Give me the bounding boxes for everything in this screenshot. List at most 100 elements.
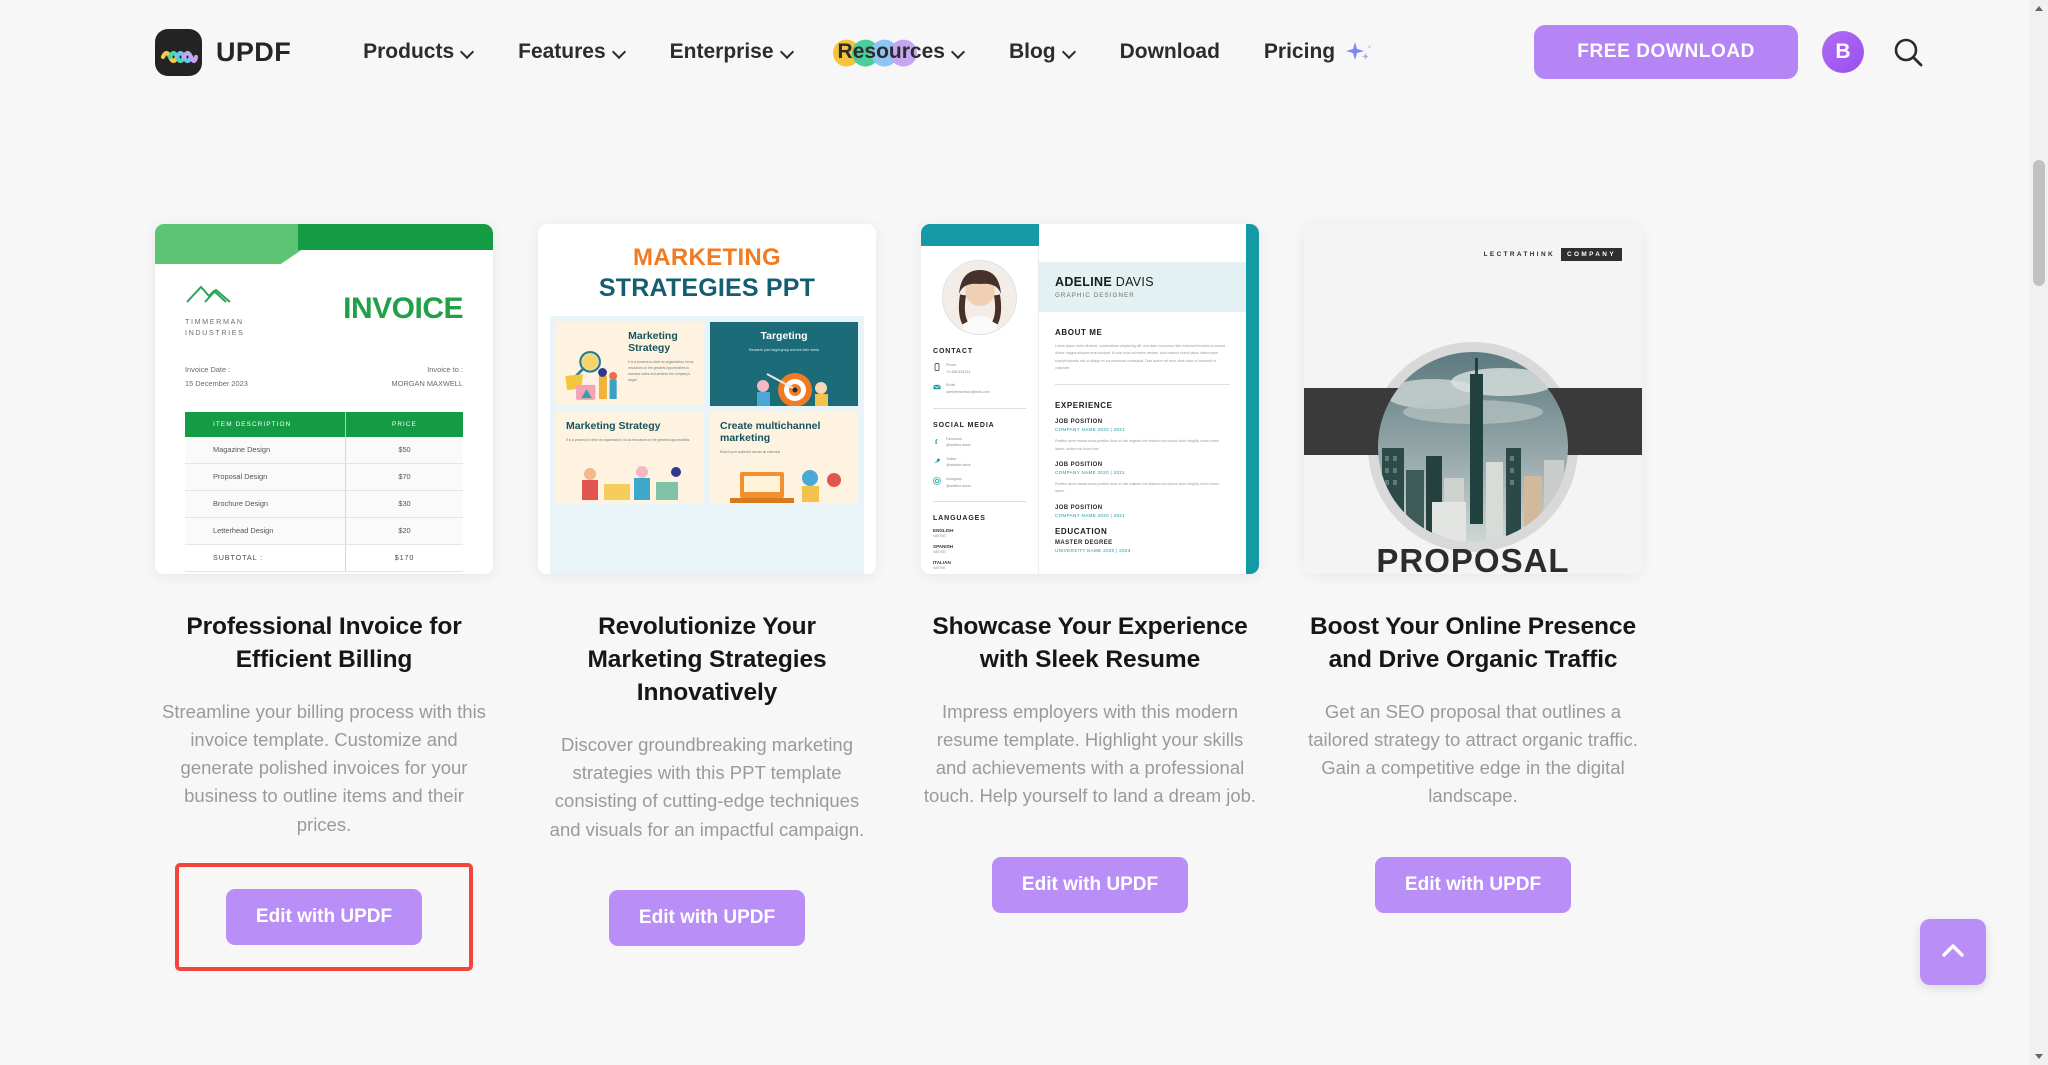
invoice-band-dark (298, 224, 493, 250)
nav-item-products[interactable]: Products (341, 30, 496, 74)
ppt-slide-body: It is a process to drive an organization… (566, 437, 691, 442)
template-thumbnail-resume[interactable]: CONTACT Phone +2 456-534234 Email adelin… (921, 224, 1259, 574)
table-row: Proposal Design $70 (185, 463, 463, 491)
nav-label: Enterprise (669, 40, 774, 63)
invoice-table: ITEM DESCRIPTION PRICE Magazine Design $… (185, 411, 463, 572)
contact-item: Email adelinemorrison@mail.com (933, 382, 1026, 395)
back-to-top-button[interactable] (1920, 919, 1986, 985)
invoice-item: Letterhead Design (213, 526, 274, 536)
chevron-down-icon (952, 46, 965, 59)
nav-label: Features (518, 40, 606, 63)
resume-last-name: DAVIS (1115, 275, 1154, 289)
invoice-item: Proposal Design (213, 472, 268, 482)
nav-label: Blog (1008, 40, 1056, 63)
card-title: Showcase Your Experience with Sleek Resu… (932, 613, 1248, 674)
brand-logo-link[interactable]: UPDF (155, 28, 291, 76)
nav-item-resources[interactable]: Resources (816, 30, 987, 74)
primary-nav: Products Features Enterprise Resources B… (341, 29, 1400, 75)
card-description: Discover groundbreaking marketing strate… (549, 734, 865, 840)
ppt-slide: Create multichannel marketing Reach your… (710, 412, 858, 504)
invoice-item: Brochure Design (213, 499, 269, 509)
job-company: COMPANY NAME 2020 | 2021 (1055, 512, 1126, 518)
edit-with-updf-button[interactable]: Edit with UPDF (608, 889, 806, 946)
free-download-button[interactable]: FREE DOWNLOAD (1534, 25, 1798, 79)
scrollbar-thumb[interactable] (2033, 160, 2045, 286)
template-thumbnail-marketing[interactable]: MARKETING STRATEGIES PPT Marketing Strat… (538, 224, 876, 574)
card-description: Streamline your billing process with thi… (162, 701, 486, 835)
nav-item-features[interactable]: Features (496, 30, 648, 74)
page-scrollbar[interactable] (2030, 0, 2048, 1065)
ppt-title-line2: STRATEGIES PPT (598, 274, 816, 302)
invoice-price: $70 (345, 463, 463, 490)
template-card: CONTACT Phone +2 456-534234 Email adelin… (921, 224, 1259, 971)
ppt-title-line1: MARKETING (632, 244, 782, 271)
proposal-brand: LECTRATHINK COMPANY (1484, 248, 1622, 261)
card-title: Professional Invoice for Efficient Billi… (186, 613, 462, 674)
search-icon[interactable] (1888, 32, 1928, 72)
resume-section-experience: EXPERIENCE (1055, 401, 1113, 411)
language-level: NATIVE (933, 534, 946, 539)
job-body: Porttitor amet massa bona-porttitor dolo… (1055, 482, 1219, 494)
proposal-brand-light: LECTRATHINK (1483, 251, 1555, 258)
ppt-slide: Marketing Strategy It is a process to dr… (556, 412, 704, 504)
invoice-date-label: Invoice Date : (185, 365, 231, 375)
contact-label: Email (946, 383, 955, 388)
template-thumbnail-invoice[interactable]: TIMMERMAN INDUSTRIES INVOICE Invoice Dat… (155, 224, 493, 574)
invoice-price: $50 (345, 436, 463, 463)
resume-about-text: Lorem ipsum dolor sit amet, consectetuer… (1055, 344, 1226, 371)
resume-section-contact: CONTACT (933, 348, 973, 355)
resume-side-band (1246, 224, 1259, 574)
social-value: @adeline.davis (946, 443, 971, 448)
social-item: Instagram @adeline.davis (933, 476, 1026, 489)
social-value: @adeline.davis (946, 463, 971, 468)
scrollbar-up-arrow[interactable] (2030, 0, 2048, 18)
edit-with-updf-button[interactable]: Edit with UPDF (225, 888, 423, 945)
template-card: LECTRATHINK COMPANY PROPOSAL Boost Your … (1304, 224, 1642, 971)
card-title: Boost Your Online Presence and Drive Org… (1310, 613, 1636, 674)
arrow-up-icon (1942, 944, 1964, 957)
card-description: Impress employers with this modern resum… (923, 701, 1257, 807)
resume-job: JOB POSITION COMPANY NAME 2020 | 2021 (1055, 505, 1230, 518)
job-body: Porttitor amet massa bona-porttitor dolo… (1055, 439, 1219, 451)
ppt-slide: Targeting Research your target group and… (710, 322, 858, 406)
chevron-down-icon (781, 46, 794, 59)
nav-label: Pricing (1263, 40, 1336, 63)
invoice-company-line2: INDUSTRIES (185, 328, 245, 338)
invoice-date-value: 15 December 2023 (185, 378, 248, 388)
invoice-item: Magazine Design (213, 445, 271, 455)
sparkle-icon (1344, 39, 1378, 65)
instagram-icon (933, 477, 941, 485)
ppt-slide-body: Reach your audience across all channels (720, 449, 781, 454)
nav-item-download[interactable]: Download (1098, 30, 1242, 74)
proposal-headline: PROPOSAL (1376, 542, 1570, 574)
scrollbar-down-arrow[interactable] (2030, 1047, 2048, 1065)
resume-main: ADELINE DAVIS GRAPHIC DESIGNER ABOUT ME … (1039, 246, 1246, 574)
job-company: COMPANY NAME 2020 | 2021 (1055, 427, 1126, 433)
table-row: Letterhead Design $20 (185, 517, 463, 545)
invoice-company-line1: TIMMERMAN (185, 317, 244, 326)
chevron-down-icon (613, 46, 626, 59)
nav-label: Resources (837, 40, 945, 63)
contact-value: +2 456-534234 (946, 369, 971, 374)
invoice-price: $20 (345, 517, 463, 544)
job-position: JOB POSITION (1055, 419, 1103, 426)
ppt-slide-heading: Marketing Strategy (566, 420, 661, 432)
edit-with-updf-button[interactable]: Edit with UPDF (991, 856, 1189, 913)
template-card: TIMMERMAN INDUSTRIES INVOICE Invoice Dat… (155, 224, 493, 971)
template-thumbnail-proposal[interactable]: LECTRATHINK COMPANY PROPOSAL (1304, 224, 1642, 574)
edit-with-updf-button[interactable]: Edit with UPDF (1374, 856, 1572, 913)
highlight-box: Edit with UPDF (174, 862, 474, 971)
social-item: f Facebook @adeline.davis (933, 436, 1026, 449)
ppt-slide-body: Research your target group and see their… (748, 347, 819, 352)
template-card: MARKETING STRATEGIES PPT Marketing Strat… (538, 224, 876, 971)
nav-item-blog[interactable]: Blog (987, 30, 1098, 74)
nav-item-pricing[interactable]: Pricing (1242, 29, 1400, 75)
button-wrap: Edit with UPDF (945, 835, 1235, 935)
invoice-heading: INVOICE (343, 292, 463, 325)
ppt-slide-heading: Create multichannel marketing (720, 420, 821, 444)
avatar[interactable]: B (1822, 31, 1864, 73)
chevron-down-icon (461, 46, 474, 59)
nav-item-enterprise[interactable]: Enterprise (648, 30, 816, 74)
social-item: Twitter @adeline.davis (933, 456, 1026, 469)
social-label: Instagram (946, 477, 962, 482)
